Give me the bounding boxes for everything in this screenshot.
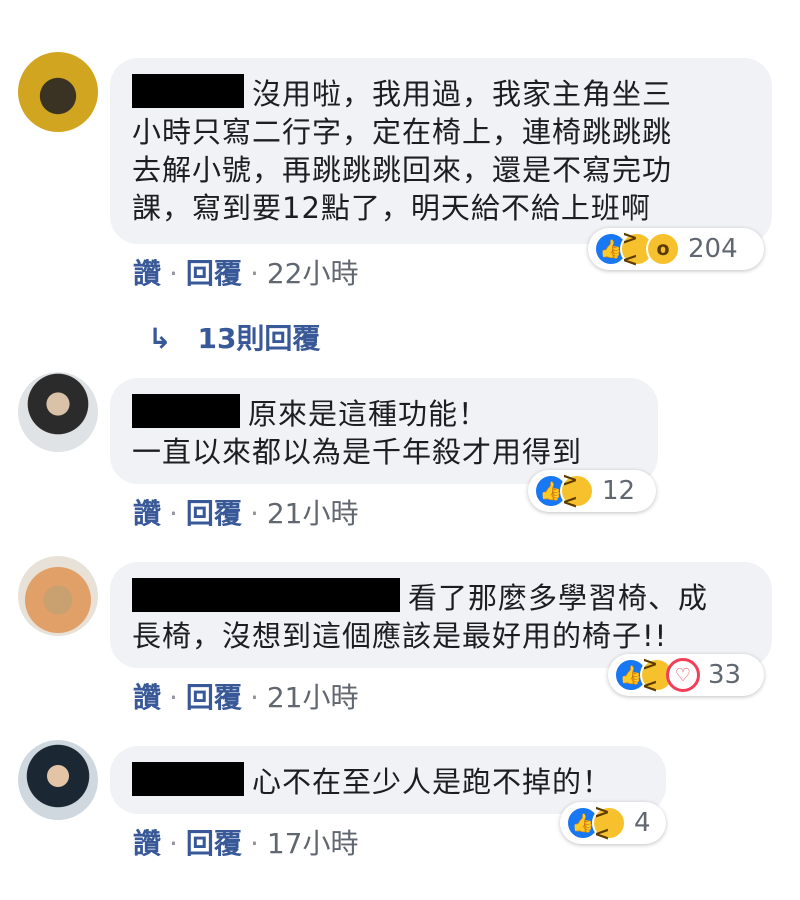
reaction-count: 12: [602, 476, 636, 506]
timestamp[interactable]: 21小時: [267, 681, 359, 714]
like-link[interactable]: 讚: [133, 257, 161, 290]
redacted-username: [132, 394, 240, 428]
haha-icon: ><: [560, 469, 594, 513]
replies-count-label[interactable]: 13則回覆: [197, 322, 320, 355]
separator: ·: [249, 681, 259, 714]
comment-text: 心不在至少人是跑不掉的！: [252, 765, 613, 799]
wow-icon: o: [646, 232, 680, 266]
separator: ·: [169, 497, 178, 530]
comment-bubble: 沒用啦，我用過，我家主角坐三 小時只寫二行字，定在椅上，連椅跳跳跳 去解小號，再…: [110, 58, 772, 244]
separator: ·: [169, 827, 178, 860]
reaction-summary[interactable]: 👍 >< 12: [528, 469, 656, 513]
reply-link[interactable]: 回覆: [186, 827, 242, 860]
timestamp[interactable]: 22小時: [267, 257, 359, 290]
separator: ·: [249, 257, 259, 290]
reply-link[interactable]: 回覆: [186, 681, 242, 714]
comment-actions: 讚 · 回覆 · 17小時: [133, 822, 358, 862]
avatar[interactable]: [18, 372, 98, 452]
timestamp[interactable]: 21小時: [267, 497, 359, 530]
reaction-count: 4: [634, 808, 651, 838]
separator: ·: [249, 497, 259, 530]
comment-actions: 讚 · 回覆 · 22小時: [133, 252, 358, 292]
reaction-summary[interactable]: 👍 >< 4: [560, 801, 666, 845]
comment-actions: 讚 · 回覆 · 21小時: [133, 492, 358, 532]
like-link[interactable]: 讚: [133, 827, 161, 860]
reaction-summary[interactable]: 👍 >< o 204: [588, 227, 764, 271]
reaction-count: 204: [688, 234, 738, 264]
redacted-username: [132, 762, 244, 796]
reaction-summary[interactable]: 👍 >< ♡ 33: [608, 653, 764, 697]
avatar[interactable]: [18, 52, 98, 132]
reply-link[interactable]: 回覆: [186, 257, 242, 290]
comment-bubble: 看了那麼多學習椅、成 長椅，沒想到這個應該是最好用的椅子!!: [110, 562, 772, 668]
reply-link[interactable]: 回覆: [186, 497, 242, 530]
redacted-username: [132, 578, 400, 612]
redacted-username: [132, 74, 244, 108]
like-link[interactable]: 讚: [133, 681, 161, 714]
comment-actions: 讚 · 回覆 · 21小時: [133, 676, 358, 716]
avatar[interactable]: [18, 740, 98, 820]
reaction-count: 33: [708, 660, 742, 690]
view-replies-link[interactable]: ↳ 13則回覆: [148, 317, 320, 357]
like-link[interactable]: 讚: [133, 497, 161, 530]
separator: ·: [169, 257, 178, 290]
separator: ·: [169, 681, 178, 714]
avatar[interactable]: [18, 556, 98, 636]
reply-arrow-icon: ↳: [148, 322, 172, 355]
timestamp[interactable]: 17小時: [267, 827, 359, 860]
love-icon: ♡: [666, 658, 700, 692]
separator: ·: [249, 827, 259, 860]
haha-icon: ><: [592, 801, 626, 845]
